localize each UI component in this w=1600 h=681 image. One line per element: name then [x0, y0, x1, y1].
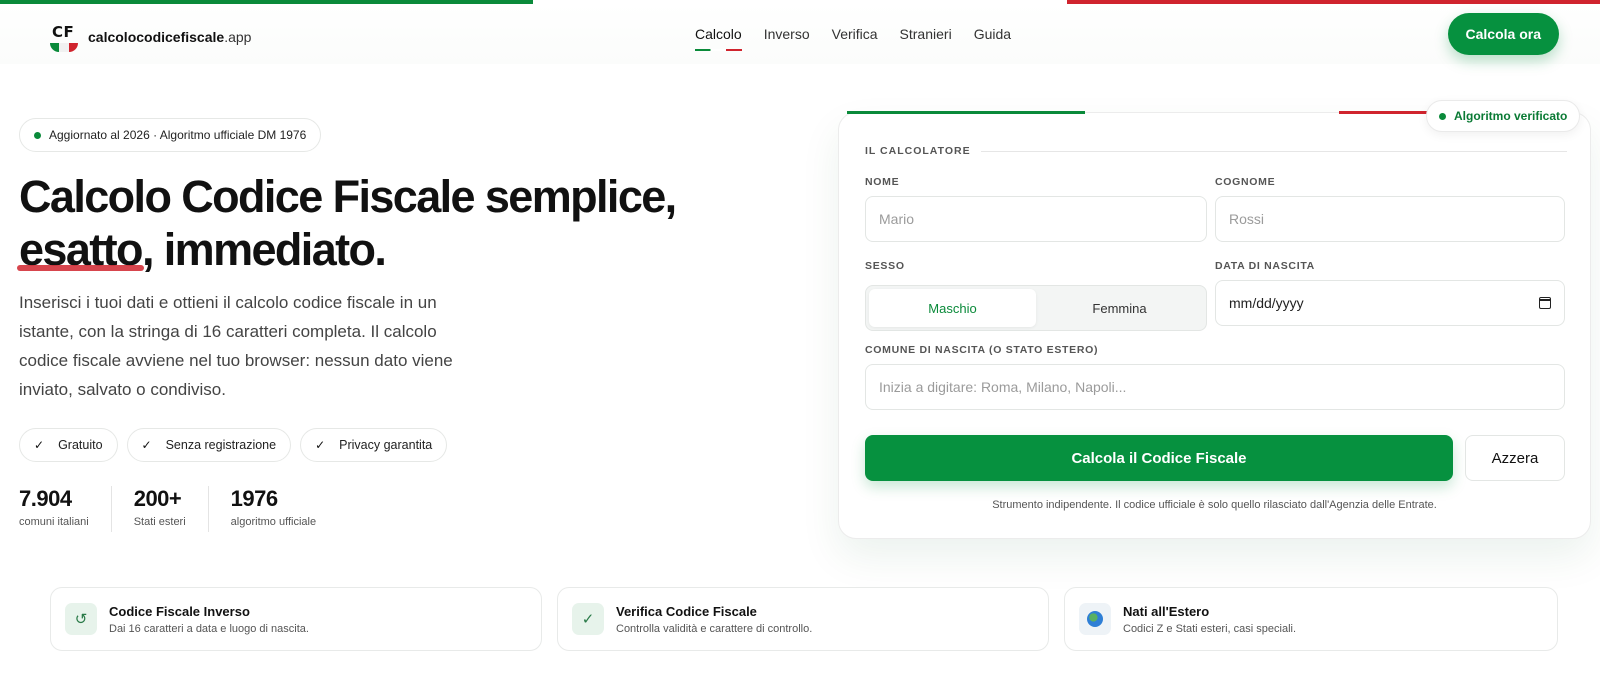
site-logo-link[interactable]: CF calcolocodicefiscale.app — [48, 22, 251, 52]
chip-label: Privacy garantita — [339, 438, 433, 452]
feature-title: Verifica Codice Fiscale — [616, 603, 757, 619]
feature-card-inverso[interactable]: ↺ Codice Fiscale Inverso Dai 16 caratter… — [50, 587, 542, 651]
feature-title: Codice Fiscale Inverso — [109, 603, 250, 619]
date-placeholder: mm/dd/yyyy — [1229, 295, 1304, 311]
title-rest: , immediato. — [141, 224, 387, 275]
feature-card-estero[interactable]: Nati all'Estero Codici Z e Stati esteri,… — [1064, 587, 1558, 651]
stat-label: comuni italiani — [19, 516, 89, 528]
globe-icon — [1079, 603, 1111, 635]
chip-label: Senza registrazione — [165, 438, 277, 452]
feature-subtitle: Codici Z e Stati esteri, casi speciali. — [1123, 622, 1297, 635]
cognome-input[interactable] — [1215, 196, 1565, 242]
site-header: CF calcolocodicefiscale.app Calcolo Inve… — [0, 4, 1600, 64]
page-title: Calcolo Codice Fiscale semplice, esatto,… — [19, 170, 779, 276]
card-green-bar — [847, 111, 1085, 114]
calcola-ora-button[interactable]: Calcola ora — [1447, 13, 1559, 55]
nome-label: NOME — [865, 176, 900, 188]
nav-guida[interactable]: Guida — [974, 26, 1011, 42]
cognome-label: COGNOME — [1215, 176, 1276, 188]
feature-chips: ✓ Gratuito ✓ Senza registrazione ✓ Priva… — [19, 428, 448, 462]
feature-cards: ↺ Codice Fiscale Inverso Dai 16 caratter… — [50, 587, 1558, 651]
sesso-maschio-option[interactable]: Maschio — [869, 289, 1036, 327]
logo-tld: .app — [224, 29, 252, 45]
comune-input[interactable] — [865, 364, 1565, 410]
refresh-icon: ↺ — [65, 603, 97, 635]
chip-privacy: ✓ Privacy garantita — [300, 428, 448, 462]
chip-label: Gratuito — [58, 438, 103, 452]
disclaimer-text: Strumento indipendente. Il codice uffici… — [992, 499, 1437, 511]
section-title-text: IL CALCOLATORE — [865, 145, 971, 157]
stat-label: algoritmo ufficiale — [230, 516, 317, 528]
algoritmo-verificato-badge: Algoritmo verificato — [1426, 100, 1581, 132]
stat-comuni: 7.904 comuni italiani — [19, 486, 112, 532]
feature-card-verifica[interactable]: ✓ Verifica Codice Fiscale Controlla vali… — [557, 587, 1049, 651]
azzera-button[interactable]: Azzera — [1465, 435, 1565, 481]
stats-row: 7.904 comuni italiani 200+ Stati esteri … — [19, 486, 360, 532]
feature-subtitle: Controlla validità e carattere di contro… — [616, 622, 813, 635]
stat-value: 7.904 — [19, 486, 72, 511]
data-nascita-input[interactable]: mm/dd/yyyy — [1215, 280, 1565, 326]
title-emphasis: esatto — [19, 224, 144, 275]
main-nav: Calcolo Inverso Verifica Stranieri Guida — [695, 26, 1011, 51]
check-icon: ✓ — [34, 438, 45, 452]
status-dot-icon — [1439, 112, 1446, 120]
sesso-toggle: Maschio Femmina — [865, 285, 1207, 331]
data-nascita-label: DATA DI NASCITA — [1215, 260, 1315, 272]
check-icon: ✓ — [141, 438, 152, 452]
hero-lead: Inserisci i tuoi dati e ottieni il calco… — [19, 293, 453, 399]
nome-input[interactable] — [865, 196, 1207, 242]
calculator-section-title: IL CALCOLATORE — [865, 145, 1567, 157]
feature-title: Nati all'Estero — [1123, 603, 1210, 619]
updated-badge-text: Aggiornato al 2026 · Algoritmo ufficiale… — [49, 128, 307, 142]
sesso-label: SESSO — [865, 260, 905, 272]
stat-value: 200+ — [133, 486, 182, 511]
calcola-codice-fiscale-button[interactable]: Calcola il Codice Fiscale — [865, 435, 1453, 481]
calculator-card: IL CALCOLATORE NOME COGNOME SESSO Maschi… — [838, 111, 1591, 539]
nav-verifica[interactable]: Verifica — [832, 26, 878, 42]
calendar-icon[interactable] — [1539, 297, 1551, 309]
logo-badge-letters: CF — [52, 23, 75, 41]
feature-subtitle: Dai 16 caratteri a data e luogo di nasci… — [109, 622, 309, 635]
sesso-femmina-option[interactable]: Femmina — [1036, 289, 1203, 327]
logo-name: calcolocodicefiscale — [88, 29, 225, 45]
chip-senza-registrazione: ✓ Senza registrazione — [126, 428, 292, 462]
stat-algoritmo: 1976 algoritmo ufficiale — [231, 486, 338, 532]
check-icon: ✓ — [315, 438, 326, 452]
logo-badge-icon: CF — [48, 22, 80, 52]
status-dot-icon — [34, 131, 41, 139]
comune-label: COMUNE DI NASCITA (O STATO ESTERO) — [865, 344, 1099, 356]
nav-calcolo[interactable]: Calcolo — [695, 26, 742, 51]
logo-text: calcolocodicefiscale.app — [88, 29, 251, 45]
title-line1: Calcolo Codice Fiscale semplice, — [19, 171, 677, 222]
updated-badge: Aggiornato al 2026 · Algoritmo ufficiale… — [19, 118, 322, 152]
check-icon: ✓ — [572, 603, 604, 635]
stat-value: 1976 — [230, 486, 278, 511]
stat-label: Stati esteri — [133, 516, 186, 528]
nav-stranieri[interactable]: Stranieri — [900, 26, 952, 42]
nav-inverso[interactable]: Inverso — [764, 26, 810, 42]
verified-badge-text: Algoritmo verificato — [1454, 109, 1568, 123]
chip-gratuito: ✓ Gratuito — [19, 428, 118, 462]
stat-stati: 200+ Stati esteri — [134, 486, 209, 532]
